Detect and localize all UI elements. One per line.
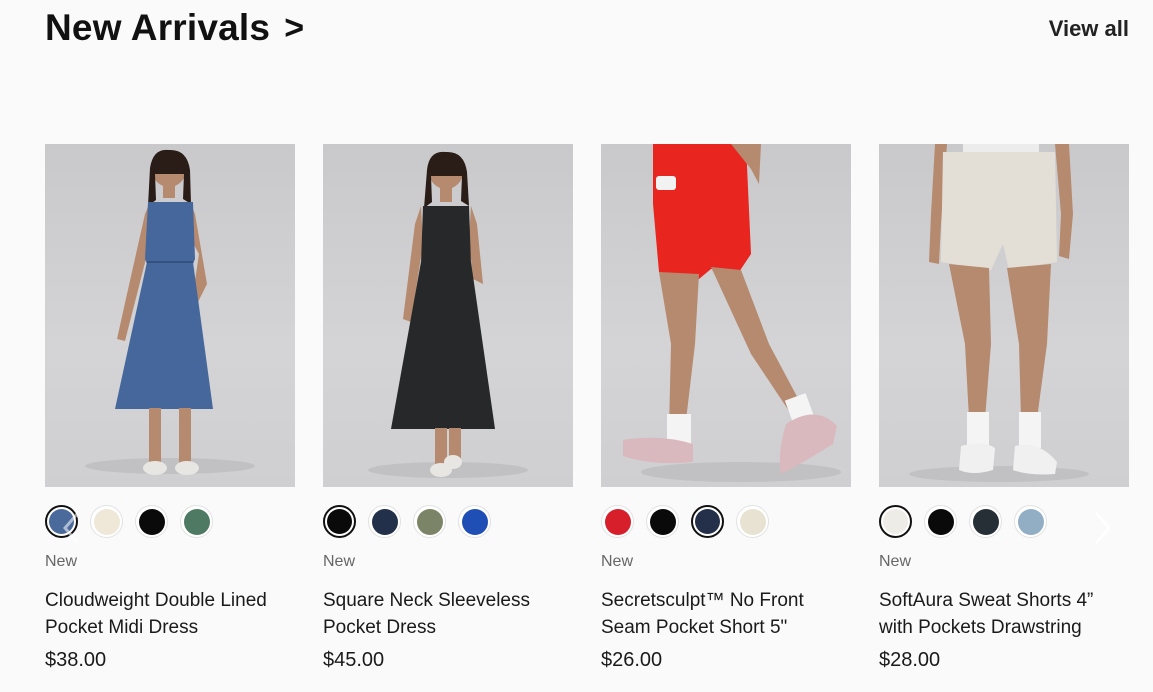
product-card[interactable]: New SoftAura Sweat Shorts 4” with Pocket… — [879, 144, 1129, 684]
product-name[interactable]: Square Neck Sleeveless Pocket Dress — [323, 587, 573, 641]
section-header: New Arrivals > View all — [45, 6, 1129, 50]
swatch-color-dot — [93, 508, 120, 535]
color-swatch[interactable] — [736, 505, 769, 538]
new-badge: New — [45, 553, 78, 570]
product-price: $45.00 — [323, 649, 385, 671]
title-arrow-icon: > — [284, 8, 305, 47]
product-image[interactable] — [879, 144, 1129, 487]
product-image[interactable] — [323, 144, 573, 487]
chevron-right-icon[interactable] — [1087, 508, 1117, 548]
color-swatch[interactable] — [413, 505, 446, 538]
product-card[interactable]: New Secretsculpt™ No Front Seam Pocket S… — [601, 144, 851, 684]
swatch-color-dot — [927, 508, 954, 535]
product-card[interactable]: New Cloudweight Double Lined Pocket Midi… — [45, 144, 295, 684]
color-swatches — [879, 505, 1047, 539]
new-badge: New — [879, 553, 912, 570]
color-swatch[interactable] — [646, 505, 679, 538]
new-badge: New — [323, 553, 356, 570]
view-all-link[interactable]: View all — [1049, 16, 1129, 42]
color-swatch[interactable] — [180, 505, 213, 538]
swatch-color-dot — [739, 508, 766, 535]
product-card[interactable]: New Square Neck Sleeveless Pocket Dress … — [323, 144, 573, 684]
swatch-color-dot — [327, 509, 352, 534]
product-name[interactable]: Secretsculpt™ No Front Seam Pocket Short… — [601, 587, 851, 641]
color-swatch[interactable] — [601, 505, 634, 538]
product-image[interactable] — [45, 144, 295, 487]
swatch-color-dot — [1017, 508, 1044, 535]
product-price: $26.00 — [601, 649, 663, 671]
color-swatch[interactable] — [1014, 505, 1047, 538]
swatch-color-dot — [695, 509, 720, 534]
color-swatch[interactable] — [90, 505, 123, 538]
color-swatch[interactable] — [879, 505, 912, 538]
color-swatch[interactable] — [691, 505, 724, 538]
swatch-color-dot — [604, 508, 631, 535]
color-swatches — [601, 505, 769, 539]
color-swatch[interactable] — [969, 505, 1002, 538]
color-swatch[interactable] — [323, 505, 356, 538]
product-carousel: New Cloudweight Double Lined Pocket Midi… — [45, 144, 1129, 684]
product-price: $38.00 — [45, 649, 107, 671]
swatch-color-dot — [183, 508, 210, 535]
product-image[interactable] — [601, 144, 851, 487]
product-price: $28.00 — [879, 649, 941, 671]
section-title: New Arrivals — [45, 7, 271, 48]
new-badge: New — [601, 553, 634, 570]
chevron-left-icon[interactable] — [57, 508, 87, 548]
swatch-color-dot — [972, 508, 999, 535]
swatch-color-dot — [649, 508, 676, 535]
swatch-color-dot — [883, 509, 908, 534]
swatch-color-dot — [416, 508, 443, 535]
swatch-color-dot — [371, 508, 398, 535]
color-swatch[interactable] — [924, 505, 957, 538]
swatch-color-dot — [461, 508, 488, 535]
color-swatch[interactable] — [135, 505, 168, 538]
color-swatch[interactable] — [368, 505, 401, 538]
color-swatches — [323, 505, 491, 539]
product-name[interactable]: SoftAura Sweat Shorts 4” with Pockets Dr… — [879, 587, 1129, 641]
product-name[interactable]: Cloudweight Double Lined Pocket Midi Dre… — [45, 587, 295, 641]
section-title-link[interactable]: New Arrivals > — [45, 7, 304, 49]
color-swatch[interactable] — [458, 505, 491, 538]
swatch-color-dot — [138, 508, 165, 535]
